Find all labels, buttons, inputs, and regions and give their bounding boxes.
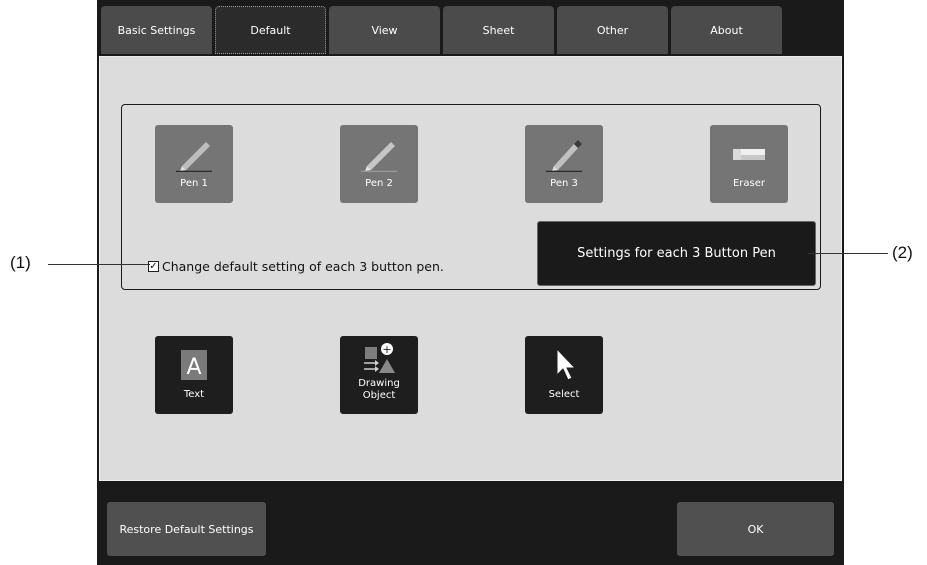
shapes-icon: +	[361, 340, 397, 376]
svg-text:A: A	[186, 355, 201, 380]
settings-3-button-pen-button[interactable]: Settings for each 3 Button Pen	[537, 221, 816, 286]
tab-view[interactable]: View	[329, 6, 440, 54]
drawing-object-button[interactable]: + Drawing Object	[340, 336, 418, 414]
select-tool-button[interactable]: Select	[525, 336, 603, 414]
callout-label-1: (1)	[10, 253, 31, 272]
restore-default-settings-button[interactable]: Restore Default Settings	[107, 502, 266, 556]
pen-icon	[357, 135, 401, 173]
drawing-object-label-line1: Drawing	[358, 378, 400, 389]
change-default-checkbox[interactable]: ✓	[148, 261, 159, 272]
pen-1-label: Pen 1	[180, 178, 208, 189]
tab-basic-settings[interactable]: Basic Settings	[101, 6, 212, 54]
callout-label-2: (2)	[892, 243, 913, 262]
ok-button[interactable]: OK	[677, 502, 834, 556]
tab-about[interactable]: About	[671, 6, 782, 54]
callout-line-2	[808, 253, 888, 254]
pen-2-button[interactable]: Pen 2	[340, 125, 418, 203]
cursor-icon	[549, 346, 579, 384]
change-default-checkbox-label: Change default setting of each 3 button …	[162, 259, 444, 274]
select-tool-label: Select	[548, 389, 580, 400]
tab-other[interactable]: Other	[557, 6, 668, 54]
text-tool-button[interactable]: A Text	[155, 336, 233, 414]
text-tool-label: Text	[183, 389, 205, 400]
callout-line-1	[48, 264, 150, 265]
pen-3-label: Pen 3	[550, 178, 578, 189]
pen-2-label: Pen 2	[365, 178, 393, 189]
eraser-label: Eraser	[732, 178, 766, 189]
tab-default[interactable]: Default	[215, 6, 326, 54]
drawing-object-label: Drawing Object	[358, 378, 400, 402]
tab-sheet[interactable]: Sheet	[443, 6, 554, 54]
drawing-object-label-line2: Object	[362, 390, 396, 401]
pen-3-button[interactable]: Pen 3	[525, 125, 603, 203]
eraser-button[interactable]: Eraser	[710, 125, 788, 203]
eraser-icon	[727, 135, 771, 173]
pen-icon	[542, 135, 586, 173]
svg-text:+: +	[382, 343, 391, 356]
pen-1-button[interactable]: Pen 1	[155, 125, 233, 203]
pen-icon	[172, 135, 216, 173]
text-icon: A	[179, 346, 209, 384]
change-default-checkbox-row[interactable]: ✓ Change default setting of each 3 butto…	[148, 259, 444, 274]
